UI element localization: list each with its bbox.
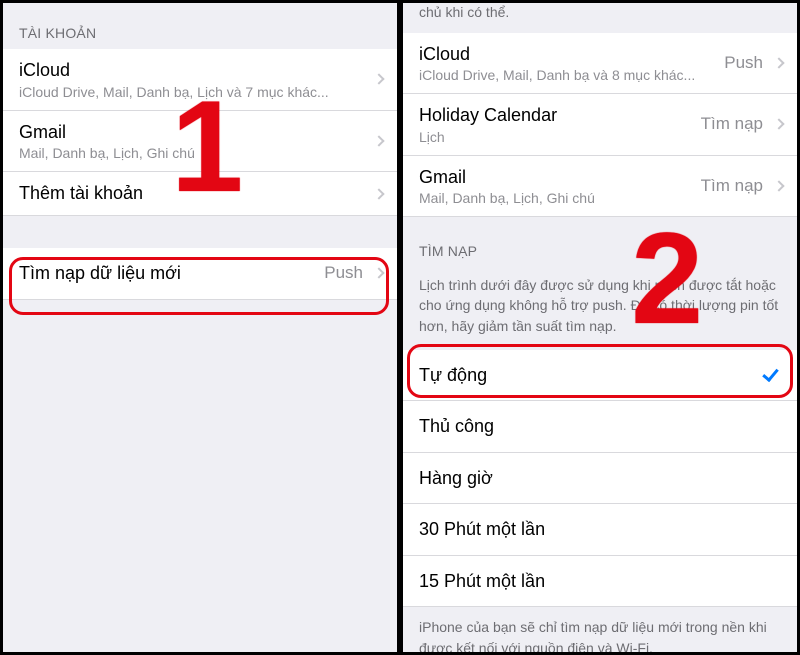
account-row-holiday[interactable]: Holiday Calendar Lịch Tìm nạp [403,94,797,156]
partial-note-top: chủ khi có thể. [403,3,797,33]
add-account-label: Thêm tài khoản [19,182,369,205]
account-title: Holiday Calendar [419,104,701,127]
fetch-footer-note: iPhone của bạn sẽ chỉ tìm nạp dữ liệu mớ… [403,607,797,652]
account-title: Gmail [19,121,369,144]
fetch-row-value: Push [324,263,363,283]
schedule-option-15min[interactable]: 15 Phút một lần [403,556,797,608]
account-subtitle: Mail, Danh bạ, Lịch, Ghi chú [19,145,369,161]
accounts-list: iCloud iCloud Drive, Mail, Danh bạ, Lịch… [3,49,397,216]
schedule-option-30min[interactable]: 30 Phút một lần [403,504,797,556]
schedule-label: 15 Phút một lần [419,570,785,593]
checkmark-icon [761,369,779,381]
account-title: Gmail [419,166,701,189]
fetch-section-header: TÌM NẠP [403,217,797,267]
chevron-right-icon [773,57,784,68]
account-value: Tìm nạp [701,114,763,134]
account-row-icloud[interactable]: iCloud iCloud Drive, Mail, Danh bạ và 8 … [403,33,797,95]
account-subtitle: Lịch [419,129,701,145]
add-account-row[interactable]: Thêm tài khoản [3,172,397,216]
fetch-new-data-row[interactable]: Tìm nạp dữ liệu mới Push [3,248,397,300]
schedule-label: 30 Phút một lần [419,518,785,541]
chevron-right-icon [373,74,384,85]
accounts-section-header: TÀI KHOẢN [3,3,397,49]
account-value: Push [724,53,763,73]
schedule-label: Tự động [419,364,761,387]
fetch-row-title: Tìm nạp dữ liệu mới [19,262,324,285]
schedule-label: Hàng giờ [419,467,785,490]
chevron-right-icon [373,268,384,279]
accounts-list-right: iCloud iCloud Drive, Mail, Danh bạ và 8 … [403,33,797,218]
fetch-row-list: Tìm nạp dữ liệu mới Push [3,248,397,300]
screenshot-frame: TÀI KHOẢN iCloud iCloud Drive, Mail, Dan… [0,0,800,655]
panel-step-2: chủ khi có thể. iCloud iCloud Drive, Mai… [400,3,797,652]
schedule-label: Thủ công [419,415,785,438]
account-row-gmail[interactable]: Gmail Mail, Danh bạ, Lịch, Ghi chú [3,111,397,173]
account-subtitle: iCloud Drive, Mail, Danh bạ, Lịch và 7 m… [19,84,369,100]
chevron-right-icon [373,135,384,146]
schedule-option-manual[interactable]: Thủ công [403,401,797,453]
account-value: Tìm nạp [701,176,763,196]
schedule-option-auto[interactable]: Tự động [403,350,797,402]
chevron-right-icon [773,119,784,130]
account-title: iCloud [419,43,724,66]
panel-step-1: TÀI KHOẢN iCloud iCloud Drive, Mail, Dan… [3,3,400,652]
fetch-section-note: Lịch trình dưới đây được sử dụng khi pus… [403,267,797,350]
schedule-option-hourly[interactable]: Hàng giờ [403,453,797,505]
account-row-icloud[interactable]: iCloud iCloud Drive, Mail, Danh bạ, Lịch… [3,49,397,111]
account-subtitle: Mail, Danh bạ, Lịch, Ghi chú [419,190,701,206]
chevron-right-icon [773,180,784,191]
account-row-gmail[interactable]: Gmail Mail, Danh bạ, Lịch, Ghi chú Tìm n… [403,156,797,218]
section-separator [3,216,397,248]
account-title: iCloud [19,59,369,82]
fetch-schedule-list: Tự động Thủ công Hàng giờ 30 Phút một lầ… [403,350,797,608]
account-subtitle: iCloud Drive, Mail, Danh bạ và 8 mục khá… [419,67,724,83]
chevron-right-icon [373,188,384,199]
